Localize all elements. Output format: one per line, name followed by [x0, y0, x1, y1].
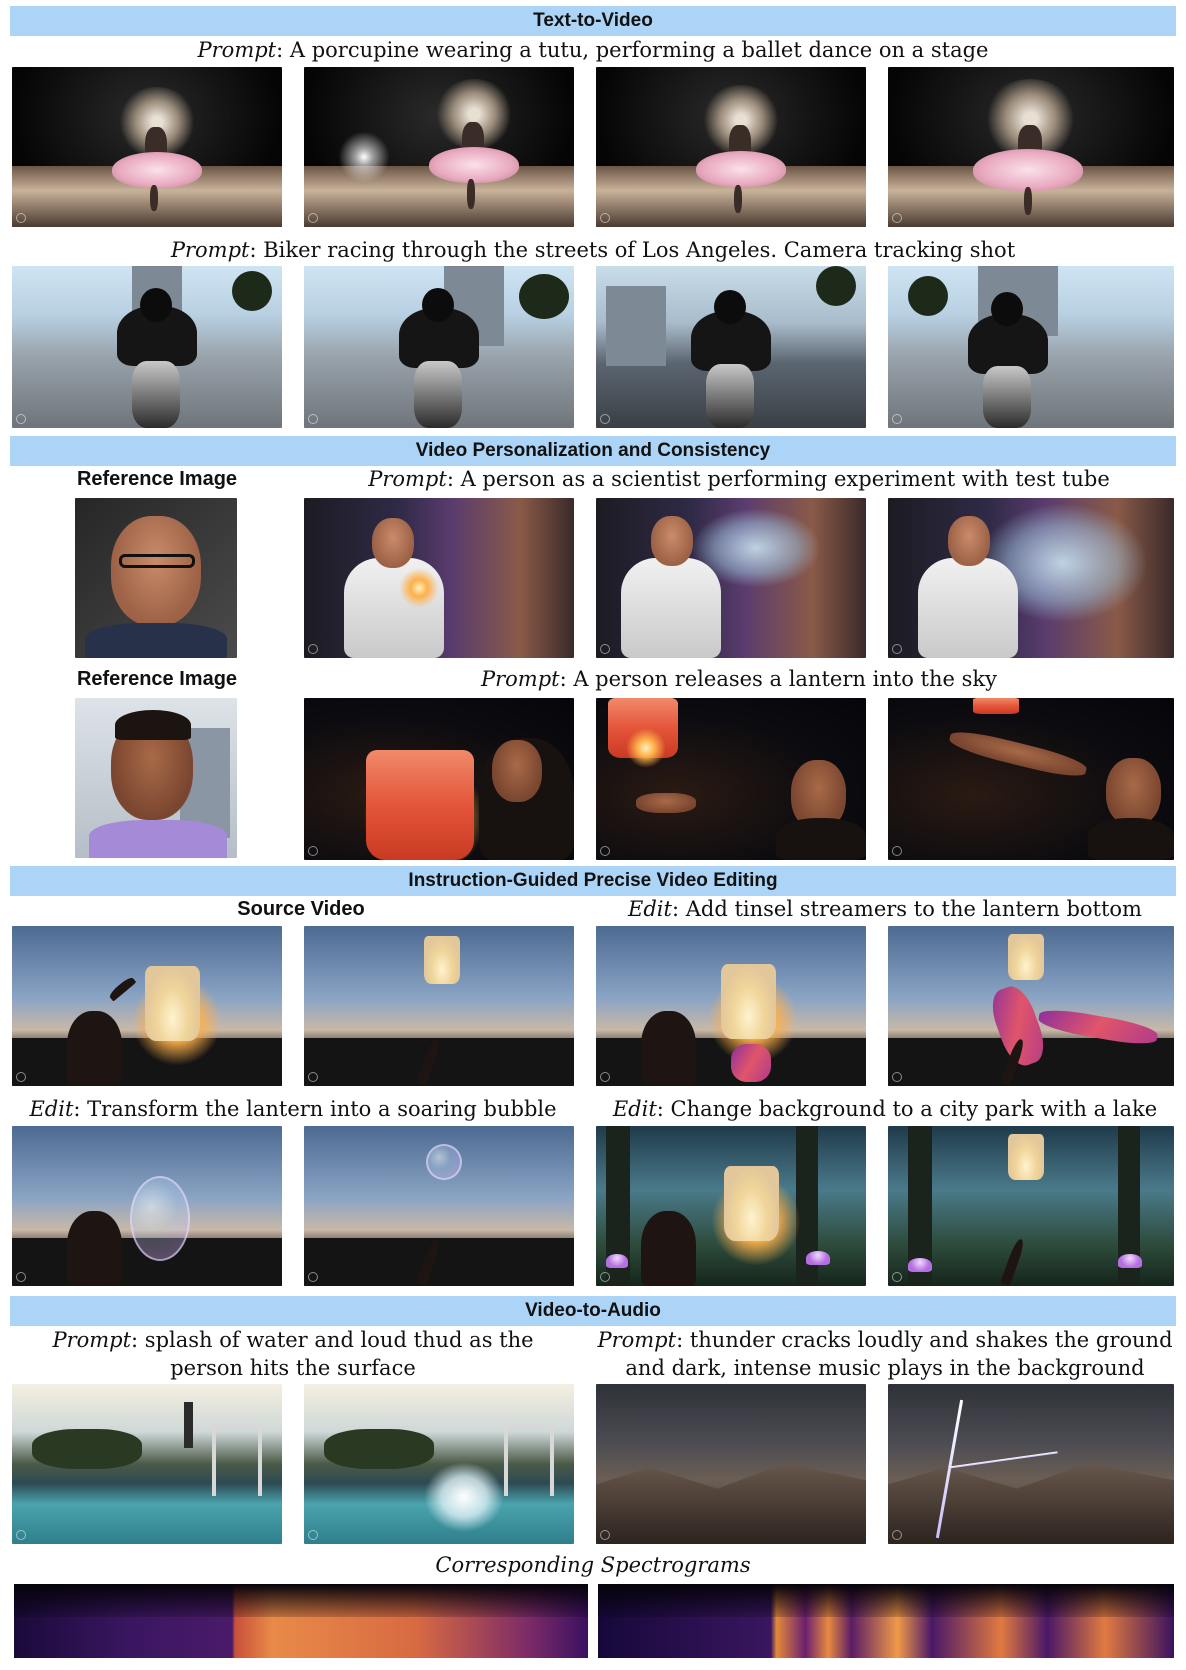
video-frame-porcupine-4 — [888, 67, 1174, 227]
prompt-text: : Biker racing through the streets of Lo… — [249, 238, 1016, 262]
personalization-prompt-1: Prompt: A person as a scientist performi… — [304, 465, 1174, 493]
video-frame-biker-3 — [596, 266, 866, 428]
prompt-label: Prompt — [597, 1328, 677, 1352]
video-frame-biker-4 — [888, 266, 1174, 428]
prompt-label: Prompt — [197, 38, 277, 62]
prompt-label: Prompt — [368, 467, 447, 491]
video-frame-porcupine-3 — [596, 67, 866, 227]
video-frame-source-1 — [12, 926, 282, 1086]
video-frame-canyon-1 — [596, 1384, 866, 1544]
section-header-text-to-video: Text-to-Video — [10, 6, 1176, 36]
reference-image-1 — [75, 498, 237, 658]
prompt-text: : thunder cracks loudly and shakes the g… — [676, 1328, 1173, 1352]
video-frame-pool-2 — [304, 1384, 574, 1544]
video-frame-source-2 — [304, 926, 574, 1086]
video-frame-biker-1 — [12, 266, 282, 428]
audio-prompt-1: Prompt: splash of water and loud thud as… — [12, 1326, 574, 1382]
section-title: Video Personalization and Consistency — [415, 440, 771, 461]
edit-instruction-3: Edit: Change background to a city park w… — [596, 1095, 1174, 1123]
spectrogram-1 — [14, 1584, 588, 1658]
audio-prompt-1-line-1: Prompt: splash of water and loud thud as… — [12, 1326, 574, 1354]
edit-label: Edit — [612, 1097, 657, 1121]
reference-image-2 — [75, 698, 237, 858]
video-frame-edited-bubble-2 — [304, 1126, 574, 1286]
video-frame-scientist-1 — [304, 498, 574, 658]
edit-text: : Change background to a city park with … — [656, 1097, 1158, 1121]
edit-label: Edit — [628, 897, 672, 921]
video-frame-edited-tinsel-2 — [888, 926, 1174, 1086]
audio-prompt-2-line-2: and dark, intense music plays in the bac… — [625, 1356, 1145, 1380]
section-header-video-to-audio: Video-to-Audio — [10, 1296, 1176, 1326]
video-frame-scientist-3 — [888, 498, 1174, 658]
edit-instruction-2: Edit: Transform the lantern into a soari… — [12, 1095, 574, 1123]
prompt-text: : A porcupine wearing a tutu, performing… — [276, 38, 989, 62]
edit-instruction-1: Edit: Add tinsel streamers to the lanter… — [596, 895, 1174, 923]
reference-image-label: Reference Image — [76, 468, 238, 490]
section-header-personalization: Video Personalization and Consistency — [10, 436, 1176, 466]
video-frame-lantern-release-1 — [304, 698, 574, 860]
video-frame-porcupine-2 — [304, 67, 574, 227]
edit-text: : Transform the lantern into a soaring b… — [73, 1097, 557, 1121]
video-frame-canyon-2 — [888, 1384, 1174, 1544]
video-frame-edited-background-1 — [596, 1126, 866, 1286]
audio-prompt-2-line-1: Prompt: thunder cracks loudly and shakes… — [596, 1326, 1174, 1354]
video-frame-edited-tinsel-1 — [596, 926, 866, 1086]
audio-prompt-1-line-2: person hits the surface — [170, 1356, 416, 1380]
section-title: Instruction-Guided Precise Video Editing — [408, 870, 778, 891]
reference-image-label: Reference Image — [76, 668, 238, 690]
section-title: Text-to-Video — [533, 10, 653, 31]
edit-text: : Add tinsel streamers to the lantern bo… — [671, 897, 1142, 921]
prompt-label: Prompt — [170, 238, 250, 262]
prompt-text: : A person releases a lantern into the s… — [559, 667, 997, 691]
spectrogram-2 — [598, 1584, 1174, 1658]
video-frame-lantern-release-2 — [596, 698, 866, 860]
t2v-prompt-2: Prompt: Biker racing through the streets… — [0, 236, 1186, 264]
source-video-label: Source Video — [237, 898, 365, 920]
section-header-editing: Instruction-Guided Precise Video Editing — [10, 866, 1176, 896]
video-frame-edited-background-2 — [888, 1126, 1174, 1286]
prompt-label: Prompt — [480, 667, 560, 691]
video-frame-pool-1 — [12, 1384, 282, 1544]
video-frame-porcupine-1 — [12, 67, 282, 227]
video-frame-biker-2 — [304, 266, 574, 428]
section-title: Video-to-Audio — [525, 1300, 661, 1321]
personalization-prompt-2: Prompt: A person releases a lantern into… — [304, 665, 1174, 693]
prompt-label: Prompt — [52, 1328, 132, 1352]
audio-prompt-2: Prompt: thunder cracks loudly and shakes… — [596, 1326, 1174, 1382]
video-frame-scientist-2 — [596, 498, 866, 658]
spectrogram-caption: Corresponding Spectrograms — [435, 1553, 751, 1577]
edit-label: Edit — [29, 1097, 74, 1121]
video-frame-edited-bubble-1 — [12, 1126, 282, 1286]
prompt-text: : A person as a scientist performing exp… — [446, 467, 1110, 491]
video-frame-lantern-release-3 — [888, 698, 1174, 860]
t2v-prompt-1: Prompt: A porcupine wearing a tutu, perf… — [0, 36, 1186, 64]
prompt-text: : splash of water and loud thud as the — [131, 1328, 534, 1352]
